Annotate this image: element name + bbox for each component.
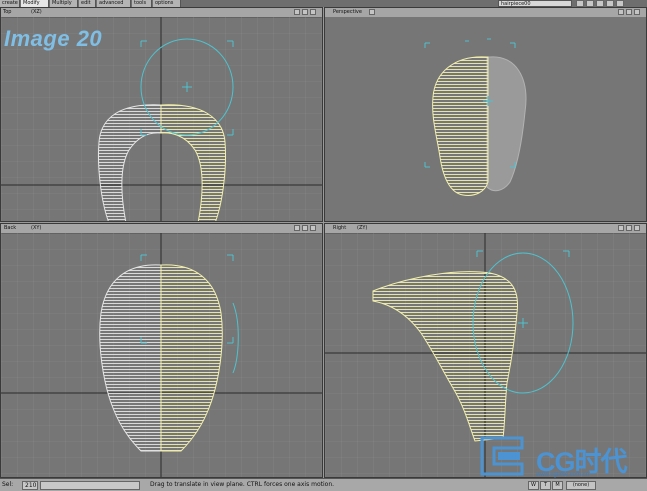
viewport-zoom-icon[interactable] [626,225,632,231]
chevron-down-icon[interactable] [369,9,375,15]
viewport-pan-icon[interactable] [618,9,624,15]
brand-logo: CG时代 www.cgtime.com.cn [474,434,644,478]
tab-modify[interactable]: Modify [21,0,49,7]
tab-bar: create Modify Multiply edit advanced too… [0,0,647,7]
viewport-zoom-icon[interactable] [302,225,308,231]
viewport-name[interactable]: Right [333,225,346,232]
tab-tools[interactable]: tools [132,0,152,7]
toolbar-button[interactable] [606,0,614,7]
viewport-axes: (XY) [31,225,42,231]
status-bar: Sel: 210 Drag to translate in view plane… [0,478,647,491]
viewport-pan-icon[interactable] [618,225,624,231]
viewport-name[interactable]: Perspective [333,9,362,16]
viewport-name[interactable]: Top [3,9,11,16]
viewport-maximize-icon[interactable] [634,225,640,231]
cg-logo-icon [480,436,524,476]
tab-options[interactable]: options [153,0,181,7]
toolbar-button[interactable] [616,0,624,7]
status-button-none[interactable]: (none) [566,481,596,490]
tab-create[interactable]: create [0,0,20,7]
tab-multiply[interactable]: Multiply [50,0,78,7]
viewport-zoom-icon[interactable] [626,9,632,15]
numeric-input[interactable] [40,481,140,490]
status-button-m[interactable]: M [552,481,563,490]
viewport-canvas[interactable] [1,233,323,478]
viewport-zoom-icon[interactable] [302,9,308,15]
viewport-top[interactable]: Top (XZ) Image 20 [0,7,323,222]
viewport-axes: (ZY) [357,225,368,231]
viewport-pan-icon[interactable] [294,9,300,15]
object-selector[interactable]: hairpiece00 [498,0,572,7]
viewport-pan-icon[interactable] [294,225,300,231]
status-message: Drag to translate in view plane. CTRL fo… [150,481,335,488]
viewport-name[interactable]: Back [4,225,16,232]
toolbar-button[interactable] [596,0,604,7]
toolbar-button[interactable] [576,0,584,7]
watermark-label: Image 20 [4,26,103,51]
viewport-maximize-icon[interactable] [310,9,316,15]
selection-label: Sel: [2,481,14,488]
toolbar-button[interactable] [586,0,594,7]
viewport-back[interactable]: Back (XY) [0,223,323,478]
status-button-w[interactable]: W [528,481,539,490]
viewport-maximize-icon[interactable] [634,9,640,15]
viewport-perspective[interactable]: Perspective [324,7,647,222]
hair-mesh-wireframe[interactable] [432,56,527,196]
viewport-maximize-icon[interactable] [310,225,316,231]
tab-edit[interactable]: edit [79,0,96,7]
status-button-t[interactable]: T [540,481,551,490]
viewport-axes: (XZ) [31,9,42,15]
selection-count: 210 [22,481,38,490]
viewport-canvas[interactable] [325,17,647,222]
tab-advanced[interactable]: advanced [97,0,131,7]
